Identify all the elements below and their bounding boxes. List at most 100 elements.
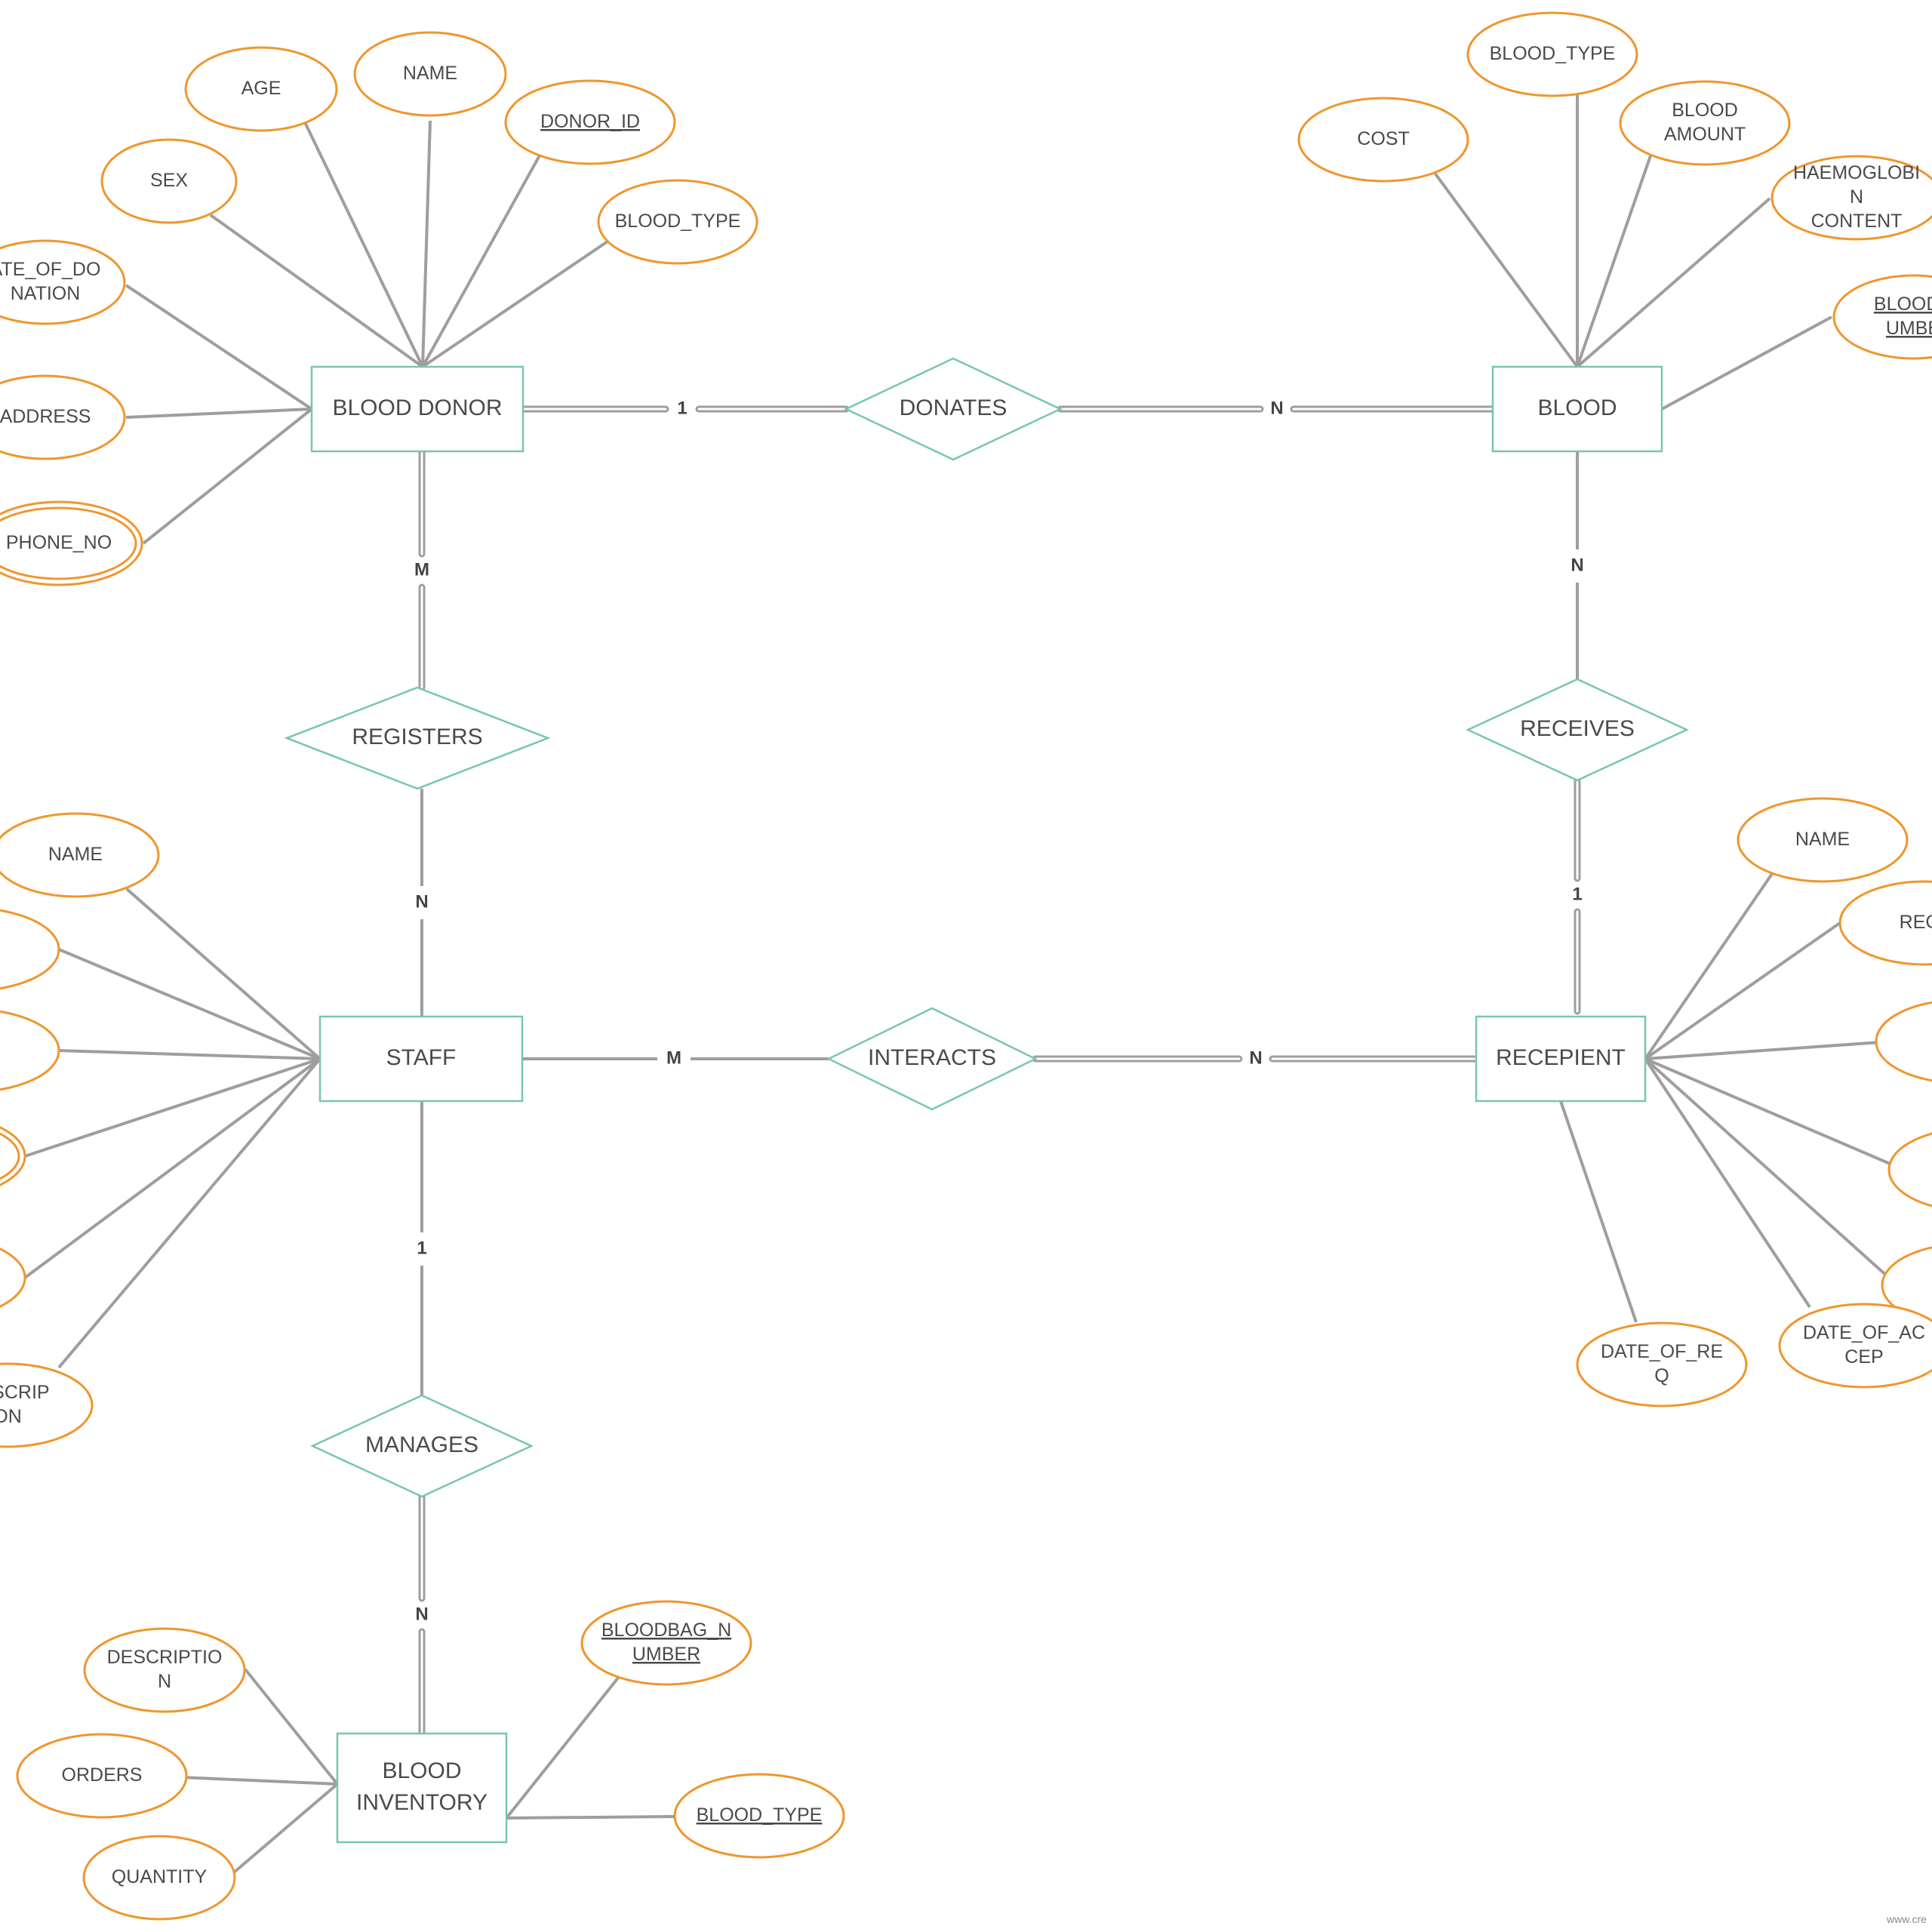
attribute-link <box>58 1049 321 1060</box>
attribute-label: ORDERS <box>62 1764 143 1786</box>
attribute-recepient[interactable]: REC_ <box>1838 880 1932 966</box>
watermark: www.cre <box>1886 1913 1927 1925</box>
relationship-label: DONATES <box>900 395 1008 420</box>
relationship-link-blood-receives: N <box>1571 451 1584 679</box>
shapes-layer: BLOOD DONOR BLOOD STAFF RECEPIENT BLOOD INVEN… <box>0 11 1932 1921</box>
relationship-link-interacts-recepient: N <box>1032 1048 1480 1068</box>
entity-label: BLOOD DONOR <box>332 395 502 420</box>
attribute-label: QUANTITY <box>112 1866 208 1887</box>
attribute-label: BLOOD_TYPE <box>615 211 741 232</box>
attribute-link <box>303 120 424 368</box>
cardinality-label: M <box>666 1048 681 1068</box>
attribute-donor[interactable]: BLOOD_TYPE <box>597 179 758 265</box>
attribute-staff[interactable]: D <box>0 908 60 991</box>
attribute-staff[interactable]: NAME <box>0 812 160 898</box>
relationship-link-registers-staff: N <box>415 789 429 1017</box>
entity-staff[interactable]: STAFF <box>318 1015 524 1103</box>
attribute-label: PHONE_NO <box>6 532 112 553</box>
attribute-recepient[interactable] <box>1887 1128 1932 1211</box>
attribute-link <box>232 1783 339 1874</box>
relationship-label: INTERACTS <box>868 1045 996 1070</box>
attribute-label: NAME <box>403 63 457 84</box>
attribute-donor[interactable]: NAME <box>353 31 507 117</box>
entity-inventory[interactable]: BLOOD INVENTORY <box>336 1732 508 1844</box>
attribute-link <box>1431 168 1579 368</box>
attribute-staff[interactable]: D <box>0 1115 26 1198</box>
relationship-label: MANAGES <box>365 1432 478 1457</box>
cardinality-label: M <box>414 559 429 580</box>
attribute-donor[interactable]: PHONE_NO <box>0 500 143 586</box>
attribute-ellipse <box>1887 1132 1932 1208</box>
attribute-link <box>125 888 321 1060</box>
relationship-label: REGISTERS <box>352 724 482 749</box>
relationship-manages[interactable]: MANAGES <box>310 1394 534 1498</box>
attribute-staff[interactable]: DESCRIPON <box>0 1362 94 1448</box>
attribute-donor[interactable]: DONOR_ID <box>504 79 676 165</box>
attribute-link <box>58 948 321 1060</box>
entity-label: RECEPIENT <box>1496 1045 1626 1070</box>
relationship-receives[interactable]: RECEIVES <box>1466 678 1689 782</box>
attribute-blood[interactable]: HAEMOGLOBI N CONTENT <box>1770 155 1932 241</box>
attribute-link <box>505 1675 620 1820</box>
attribute-link <box>125 284 313 411</box>
attribute-recepient[interactable]: DATE_OF_AC CEP <box>1778 1303 1932 1389</box>
entity-recepient[interactable]: RECEPIENT <box>1475 1015 1647 1103</box>
attribute-blood[interactable]: BLOODBUMBE <box>1832 274 1932 360</box>
attribute-recepient[interactable]: DATE_OF_RE Q <box>1576 1321 1748 1407</box>
attribute-label: NAME <box>1795 829 1850 850</box>
attribute-link <box>244 1668 339 1786</box>
attribute-ellipse <box>0 1010 60 1091</box>
key-attribute-label: BLOOD_TYPE <box>697 1804 823 1826</box>
attribute-blood[interactable]: COST <box>1297 97 1469 183</box>
attribute-recepient[interactable]: NAME <box>1737 797 1909 883</box>
relationship-link-staff-manages: 1 <box>417 1101 427 1395</box>
relationship-link-donor-donates: 1 <box>519 398 850 418</box>
attribute-recepient[interactable]: BL <box>1875 1000 1932 1083</box>
attribute-donor[interactable]: SEX <box>100 138 238 224</box>
attribute-inventory[interactable]: BLOODBAG_N UMBER <box>580 1600 752 1686</box>
relationship-interacts[interactable]: INTERACTS <box>826 1007 1038 1111</box>
attribute-link <box>24 1057 321 1158</box>
entity-blood[interactable]: BLOOD <box>1491 365 1663 453</box>
entity-label: STAFF <box>386 1045 457 1070</box>
attribute-link <box>1661 315 1832 411</box>
attribute-donor[interactable]: ADDRESS <box>0 374 126 460</box>
cardinality-label: 1 <box>1572 884 1582 904</box>
entity-label: BLOOD <box>1537 395 1617 420</box>
attribute-link <box>209 214 424 368</box>
attribute-inventory[interactable]: ORDERS <box>16 1733 188 1819</box>
attribute-link <box>57 1057 321 1369</box>
attribute-label: SEX <box>150 170 188 191</box>
attribute-inventory[interactable]: DESCRIPTIO N <box>83 1627 246 1713</box>
cardinality-label: N <box>1270 398 1283 418</box>
attribute-blood[interactable]: BLOOD AMOUNT <box>1619 80 1791 166</box>
links-layer: 1 N M N N 1 M N 1 N <box>23 80 1905 1874</box>
attribute-donor[interactable]: ATE_OF_DO NATION <box>0 239 126 325</box>
attribute-label: ADDRESS <box>0 406 91 427</box>
attribute-link <box>1559 1100 1638 1323</box>
entity-donor[interactable]: BLOOD DONOR <box>310 365 525 453</box>
attribute-link <box>1644 1057 1905 1171</box>
attribute-link <box>142 408 313 545</box>
attribute-label: REC_ <box>1900 912 1932 933</box>
relationship-link-donates-blood: N <box>1057 398 1497 418</box>
attribute-ellipse <box>0 1247 26 1308</box>
er-diagram-canvas: 1 N M N N 1 M N 1 N BLOOD DONOR BLOOD STAFF RECEPIEN… <box>0 11 1932 1925</box>
attribute-donor[interactable]: AGE <box>184 46 338 132</box>
attribute-link <box>180 1776 338 1786</box>
attribute-ellipse <box>0 909 60 990</box>
relationship-registers[interactable]: REGISTERS <box>284 686 551 790</box>
key-attribute-label: DONOR_ID <box>540 111 640 132</box>
attribute-staff[interactable] <box>0 1236 26 1319</box>
attribute-label: BLOOD_TYPE <box>1490 43 1616 64</box>
attribute-link <box>421 240 609 368</box>
attribute-inventory[interactable]: BLOOD_TYPE <box>673 1773 845 1859</box>
attribute-link <box>506 1815 678 1820</box>
relationship-donates[interactable]: DONATES <box>844 357 1063 461</box>
attribute-staff[interactable]: SS <box>0 1009 60 1092</box>
attribute-blood[interactable]: BLOOD_TYPE <box>1466 11 1638 97</box>
relationship-link-donor-registers: M <box>414 448 429 691</box>
attribute-ellipse <box>1875 1001 1932 1082</box>
attribute-link <box>1644 921 1841 1060</box>
attribute-inventory[interactable]: QUANTITY <box>82 1835 236 1921</box>
